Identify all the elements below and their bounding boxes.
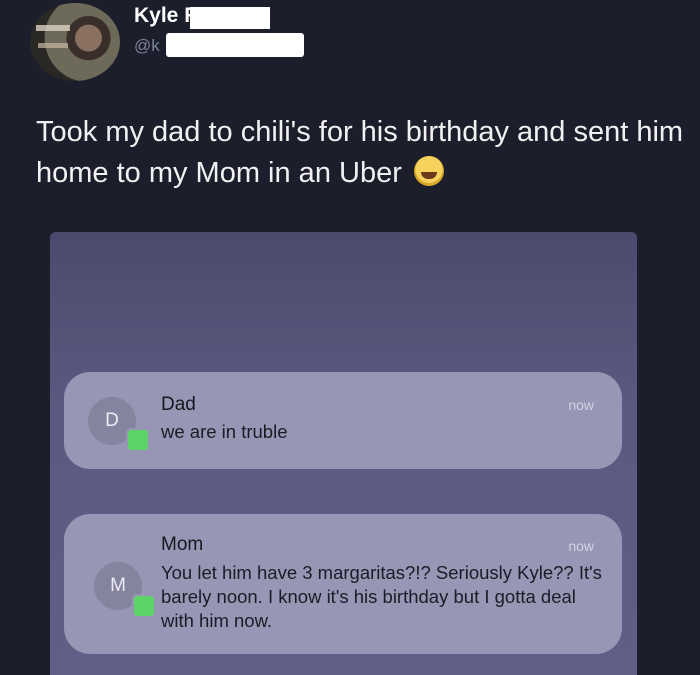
avatar-letter: D <box>105 410 119 431</box>
avatar-letter: M <box>110 575 126 596</box>
redaction-box <box>190 7 270 29</box>
avatar-photo-detail <box>36 25 70 31</box>
author-name[interactable]: Kyle F <box>134 4 197 28</box>
messages-icon <box>132 594 156 618</box>
notification-sender: Mom <box>161 534 204 555</box>
notification-message: we are in truble <box>161 421 288 442</box>
redaction-box <box>166 33 304 57</box>
notification-time: now <box>568 397 594 413</box>
notification-mom[interactable]: M Mom now You let him have 3 margaritas?… <box>64 514 622 654</box>
tweet-text-content: Took my dad to chili's for his birthday … <box>36 116 684 189</box>
notification-message: You let him have 3 margaritas?!? Serious… <box>161 562 602 631</box>
notification-dad[interactable]: D Dad now we are in truble <box>64 372 622 469</box>
notification-sender: Dad <box>161 394 196 415</box>
author-avatar[interactable] <box>30 3 120 81</box>
tweet-text: Took my dad to chili's for his birthday … <box>36 112 686 194</box>
author-handle[interactable]: @k <box>134 36 160 56</box>
notification-time: now <box>568 538 594 554</box>
messages-icon <box>126 428 150 452</box>
avatar-photo-detail <box>38 43 68 48</box>
face-with-tears-of-joy-icon <box>413 156 444 186</box>
attached-screenshot[interactable]: D Dad now we are in truble M Mom now You… <box>50 232 637 675</box>
